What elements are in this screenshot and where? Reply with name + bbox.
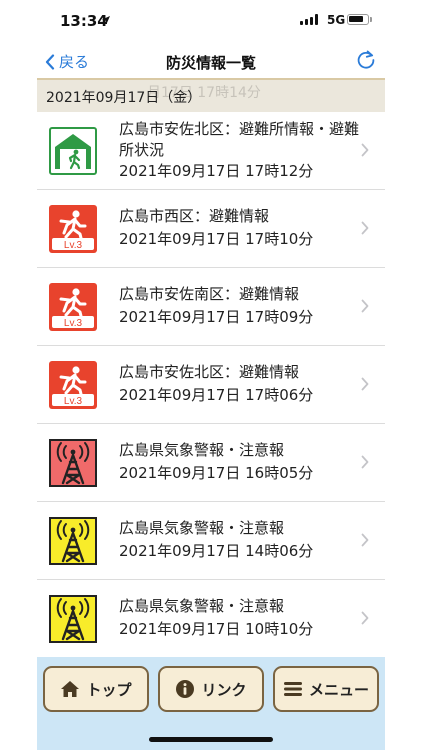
evacuation-level-3-icon: Lv.3 [49,361,97,409]
chevron-right-icon [361,377,369,391]
chevron-right-icon [361,611,369,625]
menu-button-label: メニュー [308,680,369,699]
item-title: 広島県気象警報・注意報 [119,519,285,537]
link-button[interactable]: リンク [158,666,264,712]
battery-icon [347,14,369,25]
network-type: 5G [327,13,346,27]
item-time: 2021年09月17日 17時12分 [119,162,314,180]
disaster-info-list: 広島市安佐北区：避難所情報・避難所状況 2021年09月17日 17時12分 L… [37,112,385,657]
item-time: 2021年09月17日 17時09分 [119,308,314,326]
item-title: 広島県気象警報・注意報 [119,597,285,615]
weather-warning-red-icon [49,439,97,487]
home-indicator[interactable] [149,737,273,742]
item-time: 2021年09月17日 16時05分 [119,464,314,482]
list-item[interactable]: 広島県気象警報・注意報 2021年09月17日 10時10分 [37,580,385,657]
top-button[interactable]: トップ [43,666,149,712]
link-button-label: リンク [201,680,247,699]
date-section-header: 月17日 17時14分 2021年09月17日（金） [37,80,385,112]
cellular-signal-icon [300,14,318,25]
refresh-icon[interactable] [355,49,377,71]
evac-level-badge-text: Lv.3 [64,318,83,329]
item-title: 広島市安佐北区：避難情報 [119,363,300,381]
list-item[interactable]: 広島県気象警報・注意報 2021年09月17日 14時06分 [37,502,385,580]
status-bar: 13:34 5G [0,0,422,42]
weather-warning-yellow-icon [49,595,97,643]
item-time: 2021年09月17日 17時10分 [119,230,314,248]
shelter-icon [49,127,97,175]
home-icon [61,681,80,697]
weather-warning-yellow-icon [49,517,97,565]
item-time: 2021年09月17日 10時10分 [119,620,314,638]
hamburger-menu-icon [283,682,302,696]
list-item[interactable]: 広島県気象警報・注意報 2021年09月17日 16時05分 [37,424,385,502]
back-label: 戻る [59,53,90,71]
list-item[interactable]: Lv.3 広島市安佐北区：避難情報 2021年09月17日 17時06分 [37,346,385,424]
item-title: 広島市西区：避難情報 [119,207,270,225]
chevron-right-icon [361,143,369,157]
item-title: 広島市安佐北区：避難所情報・避難所状況 [119,120,360,159]
location-arrow-icon [102,16,110,24]
chevron-right-icon [361,221,369,235]
chevron-left-icon [45,53,55,70]
list-item[interactable]: Lv.3 広島市安佐南区：避難情報 2021年09月17日 17時09分 [37,268,385,346]
evacuation-level-3-icon: Lv.3 [49,283,97,331]
date-header-label: 2021年09月17日（金） [46,90,202,106]
back-button[interactable]: 戻る [45,51,89,72]
list-item[interactable]: 広島市安佐北区：避難所情報・避難所状況 2021年09月17日 17時12分 [37,112,385,190]
menu-button[interactable]: メニュー [273,666,379,712]
item-title: 広島市安佐南区：避難情報 [119,285,300,303]
item-time: 2021年09月17日 14時06分 [119,542,314,560]
chevron-right-icon [361,455,369,469]
page-title: 防災情報一覧 [165,54,256,72]
evac-level-badge-text: Lv.3 [64,396,83,407]
navigation-bar: 戻る 防災情報一覧 [37,42,385,80]
info-icon [176,680,195,698]
chevron-right-icon [361,533,369,547]
item-title: 広島県気象警報・注意報 [119,441,285,459]
list-item[interactable]: Lv.3 広島市西区：避難情報 2021年09月17日 17時10分 [37,190,385,268]
evac-level-badge-text: Lv.3 [64,240,83,251]
item-time: 2021年09月17日 17時06分 [119,386,314,404]
battery-tip [370,17,372,22]
evacuation-level-3-icon: Lv.3 [49,205,97,253]
chevron-right-icon [361,299,369,313]
top-button-label: トップ [86,680,132,699]
